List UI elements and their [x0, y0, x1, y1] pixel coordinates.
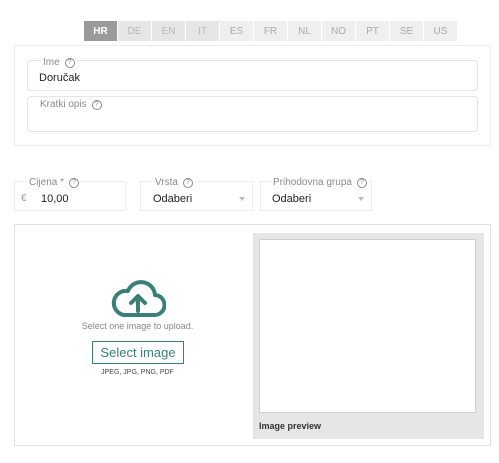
help-icon[interactable]: ? — [182, 177, 193, 188]
image-upload-area: Select one image to upload. Select image… — [14, 224, 491, 446]
price-value: 10,00 — [41, 193, 69, 205]
revenue-group-select[interactable]: Prihodovna grupa ? Odaberi — [260, 177, 372, 211]
description-label: Kratki opis — [40, 99, 87, 110]
language-tabs: HR DE EN IT ES FR NL NO PT SE US — [84, 21, 457, 41]
type-value: Odaberi — [153, 193, 193, 205]
tab-nl[interactable]: NL — [288, 21, 321, 41]
tab-en[interactable]: EN — [152, 21, 185, 41]
revenue-group-label: Prihodovna grupa — [273, 177, 352, 188]
price-label: Cijena * — [29, 177, 65, 188]
tab-de[interactable]: DE — [118, 21, 151, 41]
name-value: Doručak — [39, 72, 80, 84]
help-icon[interactable]: ? — [69, 177, 80, 188]
tab-fr[interactable]: FR — [254, 21, 287, 41]
upload-prompt: Select one image to upload. — [81, 321, 194, 331]
description-field[interactable]: Kratki opis ? — [27, 96, 478, 132]
help-icon[interactable]: ? — [64, 57, 75, 68]
tab-se[interactable]: SE — [390, 21, 423, 41]
select-image-button[interactable]: Select image — [92, 341, 184, 364]
tab-es[interactable]: ES — [220, 21, 253, 41]
caret-down-icon — [358, 197, 364, 201]
tab-hr[interactable]: HR — [84, 21, 117, 41]
tab-no[interactable]: NO — [322, 21, 355, 41]
revenue-group-value: Odaberi — [272, 193, 312, 205]
translation-card: Ime ? Doručak Kratki opis ? — [14, 45, 491, 146]
price-field[interactable]: Cijena * ? € 10,00 — [14, 177, 126, 211]
image-preview-panel: Image preview — [253, 233, 484, 439]
caret-down-icon — [239, 197, 245, 201]
help-icon[interactable]: ? — [91, 99, 102, 110]
tab-it[interactable]: IT — [186, 21, 219, 41]
allowed-formats: JPEG, JPG, PNG, PDF — [101, 369, 174, 376]
tab-pt[interactable]: PT — [356, 21, 389, 41]
name-field[interactable]: Ime ? Doručak — [27, 57, 478, 91]
currency-symbol: € — [21, 193, 27, 204]
name-label: Ime — [43, 57, 60, 68]
image-preview-frame — [259, 239, 476, 413]
type-select[interactable]: Vrsta ? Odaberi — [140, 177, 253, 211]
type-label: Vrsta — [155, 177, 178, 188]
image-preview-label: Image preview — [259, 421, 322, 431]
help-icon[interactable]: ? — [356, 177, 367, 188]
tab-us[interactable]: US — [424, 21, 457, 41]
cloud-upload-icon[interactable] — [110, 277, 166, 319]
